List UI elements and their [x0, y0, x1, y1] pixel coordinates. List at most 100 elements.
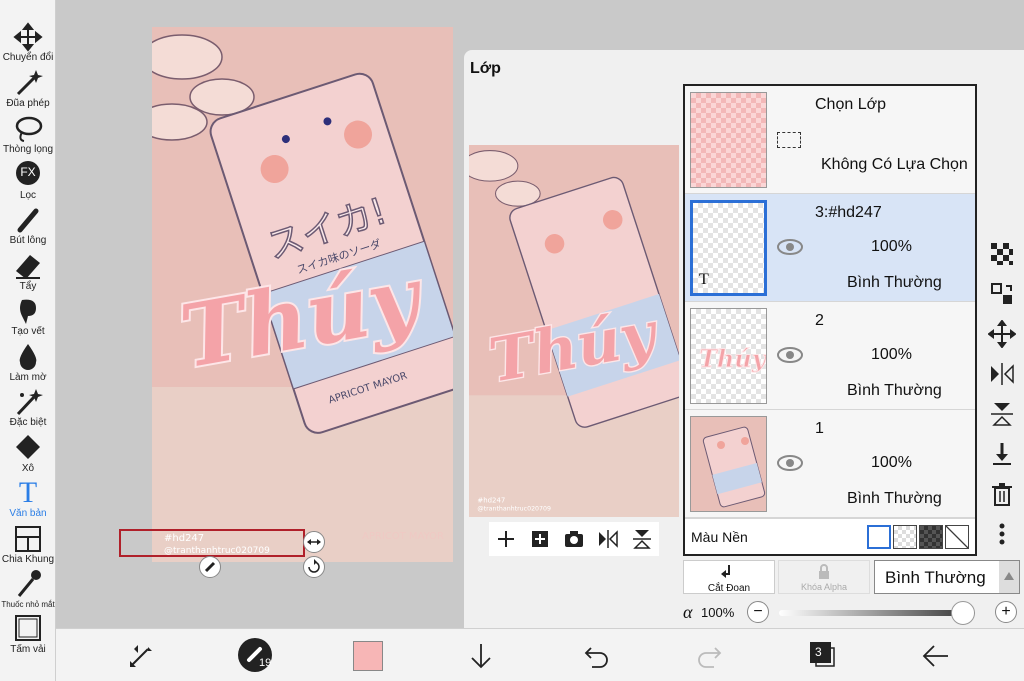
- brush-size-button[interactable]: 19: [238, 638, 272, 672]
- flip-layer-vertical-icon[interactable]: [988, 400, 1016, 428]
- clip-arrow-icon: [721, 565, 730, 578]
- checkerboard-icon[interactable]: [988, 240, 1016, 268]
- tool-frame-divider[interactable]: Chia Khung: [0, 524, 56, 570]
- pencil-icon: [204, 561, 216, 573]
- opacity-row: α 100% − +: [683, 600, 1021, 626]
- tool-brush[interactable]: Bút lông: [0, 205, 56, 251]
- flip-layer-horizontal-icon[interactable]: [988, 360, 1016, 388]
- camera-icon[interactable]: [562, 527, 586, 551]
- add-layer-icon[interactable]: [494, 527, 518, 551]
- tool-magic-wand[interactable]: Đũa phép: [0, 68, 56, 114]
- text-icon: T: [18, 476, 38, 509]
- layer-2-preview: Thúy: [699, 344, 767, 374]
- preview-watermark-line2: @tranthanhtruc020709: [477, 505, 551, 513]
- arrow-down-icon[interactable]: [464, 639, 498, 673]
- preview-watermark-line1: #hd247: [477, 496, 505, 504]
- clipping-label: Cắt Đoan: [707, 583, 751, 594]
- magic-wand-icon: [16, 70, 43, 96]
- tool-eyedropper[interactable]: Thuốc nhỏ mắt: [0, 569, 56, 615]
- layers-button[interactable]: 3: [809, 641, 837, 669]
- text-selection-box[interactable]: [119, 529, 305, 557]
- quick-tools-icon[interactable]: [124, 639, 158, 673]
- clipping-button[interactable]: Cắt Đoan: [683, 560, 775, 594]
- layer-count: 3: [815, 645, 822, 659]
- selection-layer-row[interactable]: Chọn Lớp Không Có Lựa Chọn: [685, 86, 975, 194]
- undo-icon[interactable]: [578, 639, 612, 673]
- edit-text-button[interactable]: [199, 556, 221, 578]
- tool-lasso[interactable]: Thòng lọng: [0, 114, 56, 160]
- layer-2-name: 2: [815, 312, 824, 329]
- merge-down-icon[interactable]: [988, 440, 1016, 468]
- tool-blur[interactable]: Làm mờ: [0, 342, 56, 388]
- blend-mode-select[interactable]: Bình Thường: [874, 560, 1020, 594]
- layer-1-thumbnail: [690, 416, 767, 512]
- current-color-swatch[interactable]: [353, 641, 383, 671]
- preview-toolbar: [489, 522, 659, 556]
- fx-glyph: FX: [20, 165, 36, 179]
- tool-smudge[interactable]: Tạo vết: [0, 296, 56, 342]
- blend-mode-value: Bình Thường: [885, 568, 986, 587]
- panel-title: Lớp: [470, 60, 501, 77]
- layer-row-1[interactable]: 1 100% Bình Thường: [685, 410, 975, 518]
- move-icon: [13, 22, 43, 52]
- selection-status: Không Có Lựa Chọn: [821, 156, 968, 173]
- trash-icon[interactable]: [988, 480, 1016, 508]
- layer-3-thumbnail: T: [690, 200, 767, 296]
- duplicate-layer-icon[interactable]: [528, 527, 552, 551]
- brush-size-value: 19: [259, 657, 272, 669]
- selection-layer-thumbnail: [690, 92, 767, 188]
- opacity-decrease-button[interactable]: −: [747, 601, 769, 623]
- opacity-slider[interactable]: [779, 601, 975, 625]
- layer-3-opacity: 100%: [871, 238, 912, 255]
- opacity-increase-button[interactable]: +: [995, 601, 1017, 623]
- layer-3-name: 3:#hd247: [815, 204, 882, 221]
- rotate-icon: [308, 559, 320, 573]
- opacity-slider-knob[interactable]: [951, 601, 975, 625]
- tool-canvas[interactable]: Tấm vải: [0, 614, 56, 660]
- flip-vertical-icon[interactable]: [630, 527, 654, 551]
- bottom-bar: 19 3: [56, 628, 1024, 681]
- layer-2-preview-text: Thúy: [699, 344, 767, 373]
- bg-checker-light-swatch[interactable]: [893, 525, 917, 549]
- frame-divider-icon: [15, 526, 41, 552]
- eye-icon[interactable]: [777, 346, 803, 364]
- layer-side-toolbar: [985, 240, 1019, 560]
- resize-text-button[interactable]: [303, 531, 325, 553]
- transfer-icon[interactable]: [988, 280, 1016, 308]
- lock-icon: [819, 564, 829, 579]
- tool-eraser[interactable]: Tẩy: [0, 251, 56, 297]
- tool-bucket[interactable]: Xô: [0, 433, 56, 479]
- layer-1-name: 1: [815, 420, 824, 437]
- back-arrow-icon[interactable]: [918, 639, 952, 673]
- bg-none-swatch[interactable]: [945, 525, 969, 549]
- tool-text[interactable]: T Văn bản: [0, 478, 56, 524]
- bg-checker-dark-swatch[interactable]: [919, 525, 943, 549]
- layer-row-2[interactable]: Thúy 2 100% Bình Thường: [685, 302, 975, 410]
- preview-illustration: Thúy #hd247 @tranthanhtruc020709: [469, 145, 679, 517]
- selection-marquee-icon: [777, 132, 801, 148]
- tool-filter[interactable]: FX Lọc: [0, 160, 56, 206]
- brush-icon: [17, 208, 39, 233]
- bucket-icon: [16, 435, 40, 459]
- move-layer-icon[interactable]: [988, 320, 1016, 348]
- layer-1-blend: Bình Thường: [847, 490, 942, 507]
- special-icon: [16, 389, 43, 416]
- layer-2-thumbnail: Thúy: [690, 308, 767, 404]
- layer-row-3[interactable]: T 3:#hd247 100% Bình Thường: [685, 194, 975, 302]
- tool-move[interactable]: Chuyển đổi: [0, 22, 56, 68]
- main-artwork[interactable]: スイカ! スイカ味のソーダ APRICOT MAYOR Thúy #hd247 …: [152, 27, 453, 562]
- flip-horizontal-icon[interactable]: [596, 527, 620, 551]
- selection-layer-name: Chọn Lớp: [815, 96, 886, 113]
- bg-white-swatch[interactable]: [867, 525, 891, 549]
- background-label: Màu Nền: [691, 529, 748, 545]
- layer-panel: Lớp Thúy #hd247 @tranthanhtruc020709 Chọ…: [464, 50, 1024, 628]
- eye-icon[interactable]: [777, 238, 803, 256]
- more-options-icon[interactable]: [988, 520, 1016, 548]
- layer-3-blend: Bình Thường: [847, 274, 942, 291]
- redo-icon[interactable]: [694, 639, 728, 673]
- alpha-lock-button[interactable]: Khóa Alpha: [778, 560, 870, 594]
- artwork-illustration: スイカ! スイカ味のソーダ APRICOT MAYOR Thúy #hd247 …: [152, 27, 453, 562]
- rotate-text-button[interactable]: [303, 556, 325, 578]
- eye-icon[interactable]: [777, 454, 803, 472]
- tool-special[interactable]: Đặc biệt: [0, 387, 56, 433]
